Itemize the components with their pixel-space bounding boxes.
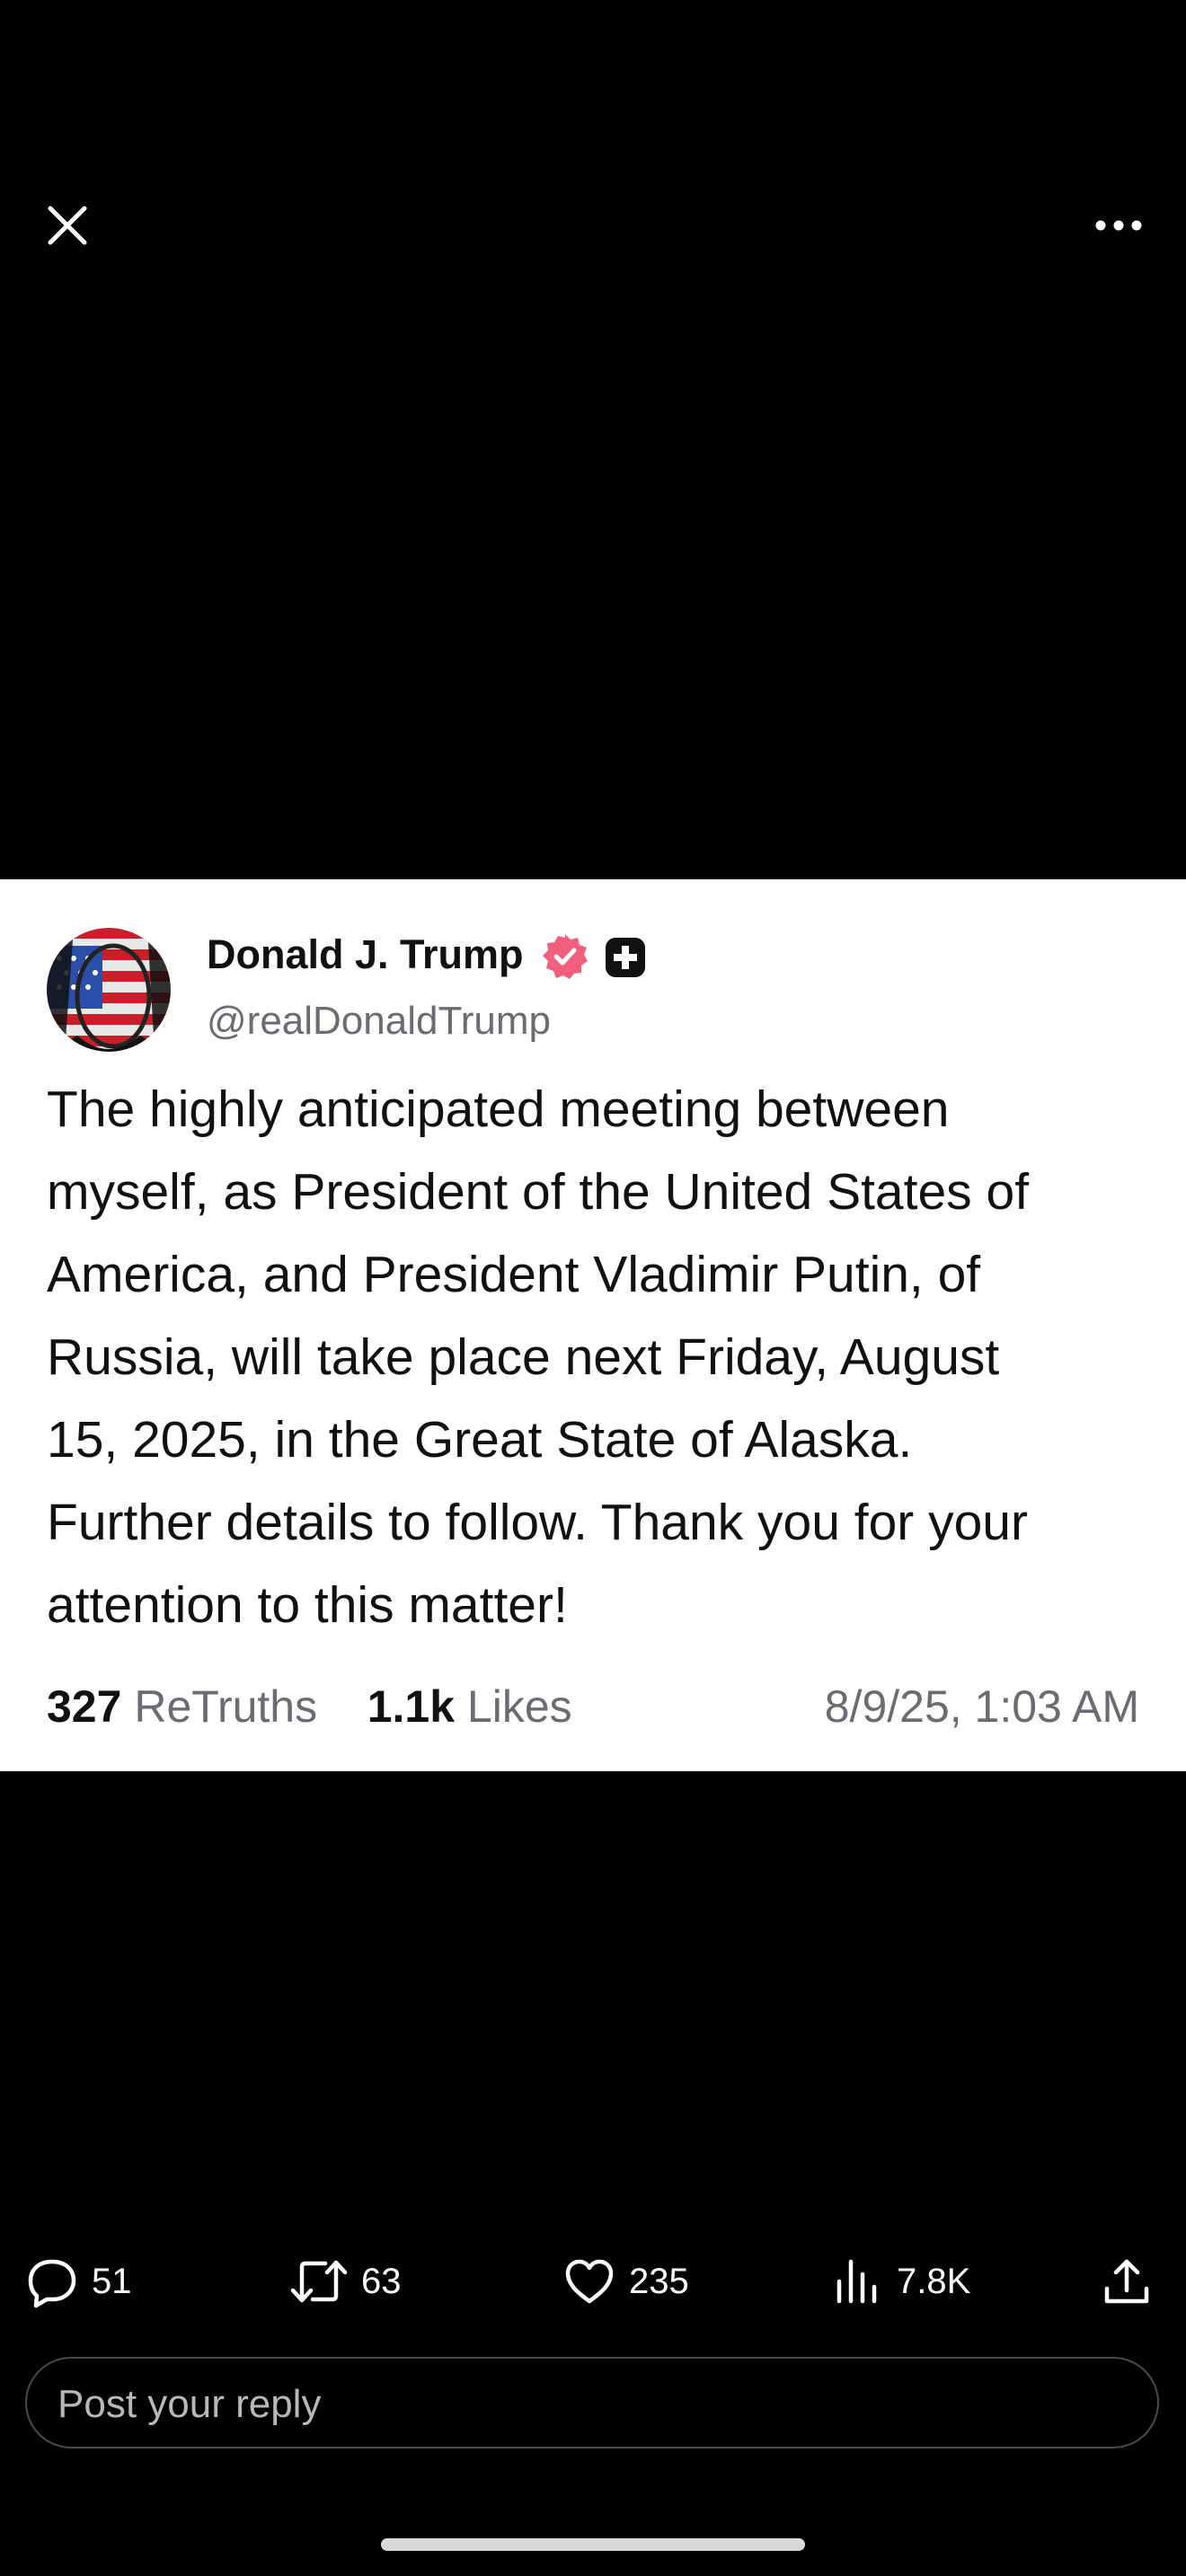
views-count: 7.8K: [897, 2261, 971, 2301]
post-text-line: myself, as President of the United State…: [47, 1163, 1030, 1221]
avatar[interactable]: [47, 928, 171, 1052]
reply-count: 51: [92, 2261, 132, 2301]
repost-count: 63: [361, 2261, 402, 2301]
retruths-count[interactable]: 327: [47, 1681, 121, 1732]
reply-icon: [28, 2259, 76, 2308]
post-text-line: The highly anticipated meeting between: [47, 1081, 950, 1138]
repost-icon: [290, 2260, 348, 2303]
post-text-line: Further details to follow. Thank you for…: [47, 1494, 1028, 1551]
share-button[interactable]: [1100, 2245, 1154, 2317]
post-text-line: Russia, will take place next Friday, Aug…: [47, 1328, 1000, 1386]
views-chart-icon: [836, 2259, 877, 2304]
post-card: Donald J. Trump @realDonaldTrump The hig…: [0, 879, 1186, 1771]
likes-count[interactable]: 1.1k: [367, 1681, 455, 1732]
likes-label[interactable]: Likes: [467, 1681, 572, 1732]
views-button[interactable]: 7.8K: [834, 2245, 970, 2317]
plus-badge-icon: [603, 935, 648, 980]
action-bar: 51 63 235 7.8K: [0, 2245, 1186, 2317]
close-button[interactable]: [41, 199, 93, 251]
retruths-label[interactable]: ReTruths: [134, 1681, 317, 1732]
post-timestamp: 8/9/25, 1:03 AM: [824, 1681, 1139, 1732]
post-text-line: 15, 2025, in the Great State of Alaska.: [47, 1411, 913, 1469]
author-handle[interactable]: @realDonaldTrump: [207, 999, 551, 1044]
verified-badge-icon: [541, 932, 589, 981]
post-body: The highly anticipated meeting between m…: [47, 1068, 1152, 1646]
reply-placeholder: Post your reply: [58, 2382, 322, 2426]
post-stats: 327 ReTruths 1.1k Likes: [47, 1681, 572, 1733]
close-icon: [48, 206, 87, 245]
reply-input[interactable]: Post your reply: [25, 2357, 1159, 2448]
top-bar: [0, 0, 1186, 269]
like-button[interactable]: 235: [562, 2245, 689, 2317]
author-name[interactable]: Donald J. Trump: [207, 931, 524, 978]
repost-button[interactable]: 63: [289, 2245, 402, 2317]
more-horizontal-icon: [1095, 220, 1142, 231]
reply-button[interactable]: 51: [25, 2245, 132, 2317]
heart-icon: [565, 2259, 614, 2304]
home-indicator[interactable]: [381, 2538, 805, 2551]
like-count: 235: [629, 2261, 689, 2301]
post-text-line: attention to this matter!: [47, 1576, 568, 1634]
share-icon: [1104, 2259, 1149, 2304]
post-text-line: America, and President Vladimir Putin, o…: [47, 1246, 981, 1303]
more-options-button[interactable]: [1092, 203, 1146, 248]
